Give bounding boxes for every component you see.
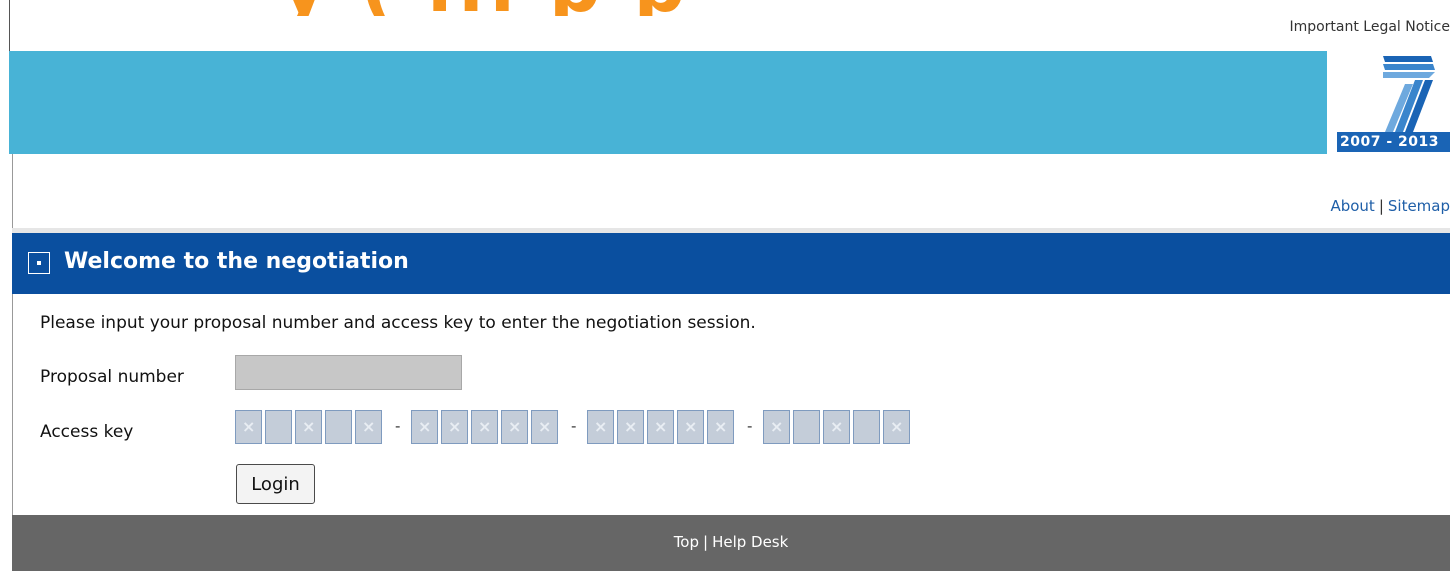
collapse-toggle-icon[interactable] — [28, 252, 50, 274]
instruction-text: Please input your proposal number and ac… — [40, 313, 756, 333]
access-key-separator: - — [571, 417, 577, 435]
access-key-char[interactable] — [411, 410, 438, 444]
access-key-char[interactable] — [853, 410, 880, 444]
access-key-separator: - — [395, 417, 401, 435]
access-key-char[interactable] — [587, 410, 614, 444]
proposal-number-input[interactable] — [235, 355, 462, 390]
access-key-char[interactable] — [235, 410, 262, 444]
access-key-char[interactable] — [763, 410, 790, 444]
top-nav-links: About | Sitemap — [1330, 197, 1450, 215]
access-key-char[interactable] — [617, 410, 644, 444]
access-key-char[interactable] — [883, 410, 910, 444]
proposal-number-label: Proposal number — [40, 367, 184, 387]
panel-title-bar: Welcome to the negotiation — [12, 233, 1450, 294]
footer-top-link[interactable]: Top — [674, 533, 699, 551]
access-key-char[interactable] — [325, 410, 352, 444]
panel-title: Welcome to the negotiation — [64, 249, 409, 274]
access-key-char[interactable] — [677, 410, 704, 444]
footer-separator: | — [703, 533, 709, 551]
header-banner — [9, 51, 1327, 154]
access-key-char[interactable] — [265, 410, 292, 444]
sitemap-link[interactable]: Sitemap — [1388, 197, 1450, 215]
access-key-char[interactable] — [647, 410, 674, 444]
access-key-char[interactable] — [441, 410, 468, 444]
footer-links: Top | Help Desk — [12, 533, 1450, 551]
access-key-char[interactable] — [823, 410, 850, 444]
legal-notice-link[interactable]: Important Legal Notice — [1289, 19, 1450, 35]
access-key-char[interactable] — [501, 410, 528, 444]
nav-separator: | — [1378, 197, 1384, 215]
access-key-char[interactable] — [295, 410, 322, 444]
site-title-fragment: y ( ... p p — [280, 0, 689, 16]
fp7-years-label: 2007 - 2013 — [1337, 132, 1450, 152]
footer-help-desk-link[interactable]: Help Desk — [712, 533, 788, 551]
fp7-seven-icon — [1383, 56, 1435, 132]
access-key-char[interactable] — [531, 410, 558, 444]
access-key-label: Access key — [40, 422, 134, 442]
footer: Top | Help Desk — [12, 515, 1450, 571]
fp7-logo: 2007 - 2013 — [1329, 54, 1450, 154]
left-border-lower — [12, 154, 13, 571]
access-key-char[interactable] — [471, 410, 498, 444]
access-key-char[interactable] — [355, 410, 382, 444]
access-key-separator: - — [747, 417, 753, 435]
about-link[interactable]: About — [1330, 197, 1374, 215]
login-button[interactable]: Login — [236, 464, 315, 504]
access-key-char[interactable] — [793, 410, 820, 444]
access-key-char[interactable] — [707, 410, 734, 444]
